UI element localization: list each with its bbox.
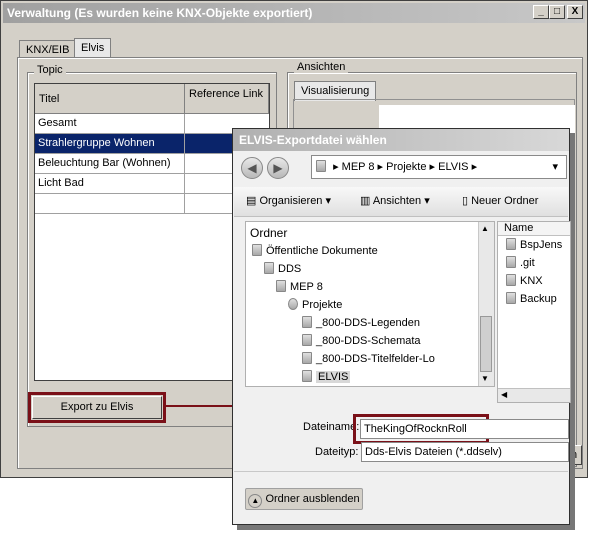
folder-icon — [506, 292, 516, 304]
breadcrumb-elvis[interactable]: ELVIS — [438, 161, 468, 173]
scroll-up-icon[interactable]: ▲ — [481, 224, 489, 233]
tree-scrollbar[interactable]: ▲ ▼ — [478, 222, 494, 386]
tree-item-label: _800-DDS-Titelfelder-Lo — [316, 353, 435, 365]
shared-folder-icon — [288, 298, 298, 310]
filename-input[interactable]: TheKingOfRocknRoll — [360, 419, 569, 439]
chevron-down-icon[interactable]: ▾ — [552, 156, 558, 178]
tree-item[interactable]: Öffentliche Dokumente — [252, 244, 378, 257]
tree-item-label: ELVIS — [316, 371, 351, 383]
tree-item-label: _800-DDS-Legenden — [316, 317, 420, 329]
scrollbar-thumb[interactable] — [480, 316, 492, 372]
views-icon: ▥ — [360, 195, 373, 207]
folder-icon — [302, 352, 312, 364]
folder-icon — [252, 244, 262, 256]
folder-icon — [506, 274, 516, 286]
file-list: Name BspJens .git KNX Backup ◀ — [497, 221, 571, 403]
folder-icon — [506, 238, 516, 250]
filename-label: Dateiname: — [303, 421, 360, 433]
tree-item-label: MEP 8 — [290, 281, 323, 293]
address-bar[interactable]: ▸ MEP 8 ▸ Projekte ▸ ELVIS ▸ ▾ — [311, 155, 567, 179]
list-item-label: .git — [520, 257, 535, 269]
forward-button[interactable]: ▶ — [267, 157, 289, 179]
list-item-label: KNX — [520, 275, 543, 287]
folder-tree-header: Ordner — [250, 226, 288, 240]
breadcrumb-separator-icon: ▸ — [377, 161, 384, 173]
breadcrumb-mep8[interactable]: MEP 8 — [342, 161, 375, 173]
folder-tree: Ordner Öffentliche Dokumente DDS MEP 8 P… — [245, 221, 495, 387]
folder-icon — [506, 256, 516, 268]
breadcrumb-projekte[interactable]: Projekte — [386, 161, 426, 173]
folder-icon — [264, 262, 274, 274]
chevron-up-icon: ▲ — [248, 494, 263, 508]
new-folder-icon: ▯ — [462, 195, 472, 207]
organize-icon: ▤ — [246, 195, 260, 207]
list-item[interactable]: KNX — [506, 274, 543, 287]
list-item-label: BspJens — [520, 239, 563, 251]
back-button[interactable]: ◀ — [241, 157, 263, 179]
file-list-hscrollbar[interactable]: ◀ — [498, 388, 570, 402]
breadcrumb-separator-icon: ▸ — [471, 161, 478, 173]
list-item[interactable]: .git — [506, 256, 535, 269]
folder-icon — [276, 280, 286, 292]
views-menu-label: Ansichten — [372, 195, 422, 207]
hide-folders-button[interactable]: ▲ Ordner ausblenden — [245, 488, 363, 510]
organize-label: Organisieren — [259, 195, 323, 207]
folder-icon — [316, 160, 326, 172]
hide-folders-label: Ordner ausblenden — [265, 493, 360, 505]
list-item-label: Backup — [520, 293, 557, 305]
export-file-dialog: ELVIS-Exportdatei wählen ◀ ▶ ▸ MEP 8 ▸ P… — [232, 128, 571, 525]
tree-item[interactable]: _800-DDS-Legenden — [302, 316, 420, 329]
scroll-left-icon[interactable]: ◀ — [501, 390, 507, 399]
tree-item-label: _800-DDS-Schemata — [316, 335, 421, 347]
dialog-divider — [234, 471, 568, 472]
tree-item[interactable]: _800-DDS-Titelfelder-Lo — [302, 352, 435, 365]
tree-item[interactable]: DDS — [264, 262, 301, 275]
folder-icon — [302, 370, 312, 382]
breadcrumb-separator-icon: ▸ — [429, 161, 436, 173]
tree-item[interactable]: MEP 8 — [276, 280, 323, 293]
folder-icon — [302, 334, 312, 346]
new-folder-label: Neuer Ordner — [471, 195, 539, 207]
folder-icon — [302, 316, 312, 328]
tree-item-label: DDS — [278, 263, 302, 275]
breadcrumb-separator-icon: ▸ — [333, 161, 339, 173]
organize-menu[interactable]: ▤ Organisieren ▾ — [246, 194, 331, 207]
tree-item-label: Projekte — [302, 299, 343, 311]
file-list-header[interactable]: Name — [498, 222, 570, 236]
filetype-label: Dateityp: — [315, 446, 359, 458]
new-folder-button[interactable]: ▯ Neuer Ordner — [462, 194, 538, 207]
scroll-down-icon[interactable]: ▼ — [481, 374, 489, 383]
views-menu[interactable]: ▥ Ansichten ▾ — [360, 194, 430, 207]
tree-item[interactable]: Projekte — [288, 298, 342, 311]
list-item[interactable]: BspJens — [506, 238, 562, 251]
dialog-title: ELVIS-Exportdatei wählen — [233, 129, 569, 151]
filetype-select[interactable]: Dds-Elvis Dateien (*.ddselv) — [361, 442, 569, 462]
tree-item[interactable]: _800-DDS-Schemata — [302, 334, 421, 347]
list-item[interactable]: Backup — [506, 292, 557, 305]
dialog-toolbar: ▤ Organisieren ▾ ▥ Ansichten ▾ ▯ Neuer O… — [234, 187, 568, 217]
tree-item-selected[interactable]: ELVIS — [302, 370, 351, 383]
tree-item-label: Öffentliche Dokumente — [266, 245, 378, 257]
